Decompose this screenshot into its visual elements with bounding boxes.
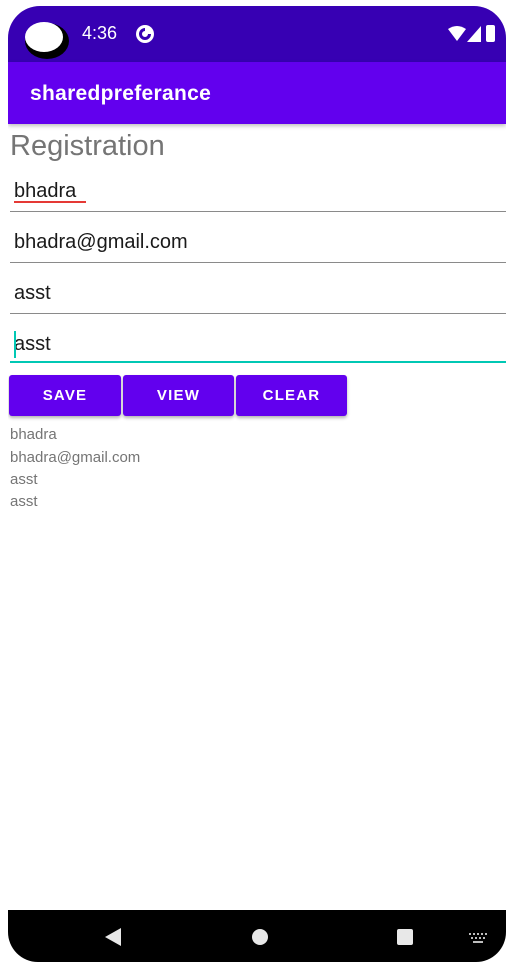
battery-icon	[486, 25, 495, 42]
spellcheck-underline	[14, 201, 86, 203]
password-field[interactable]	[10, 323, 506, 363]
view-button[interactable]: VIEW	[123, 375, 234, 416]
registration-heading: Registration	[10, 130, 165, 162]
save-button[interactable]: SAVE	[9, 375, 121, 416]
output-line: asst	[10, 493, 38, 510]
phone-screen: 4:36 sharedpreferance Registration bhadr…	[8, 6, 506, 962]
status-bar: 4:36	[8, 6, 506, 62]
status-time: 4:36	[82, 23, 118, 43]
signal-icon	[467, 26, 481, 42]
clear-button[interactable]: CLEAR	[236, 375, 347, 416]
home-icon[interactable]	[252, 929, 268, 945]
wifi-icon	[448, 26, 466, 41]
camera-cutout	[25, 22, 63, 52]
keyboard-icon[interactable]	[469, 933, 487, 943]
app-bar: sharedpreferance	[8, 62, 506, 124]
output-line: asst	[10, 471, 38, 488]
output-line: bhadra	[10, 426, 57, 443]
name-field[interactable]	[10, 172, 506, 212]
output-line: bhadra@gmail.com	[10, 449, 141, 466]
app-title: sharedpreferance	[30, 82, 212, 105]
designation-field[interactable]	[10, 274, 506, 314]
sync-icon	[136, 25, 154, 43]
back-icon[interactable]	[105, 928, 121, 946]
email-field[interactable]	[10, 223, 506, 263]
text-cursor	[14, 331, 16, 358]
recent-apps-icon[interactable]	[397, 929, 413, 945]
navigation-bar	[8, 910, 506, 962]
